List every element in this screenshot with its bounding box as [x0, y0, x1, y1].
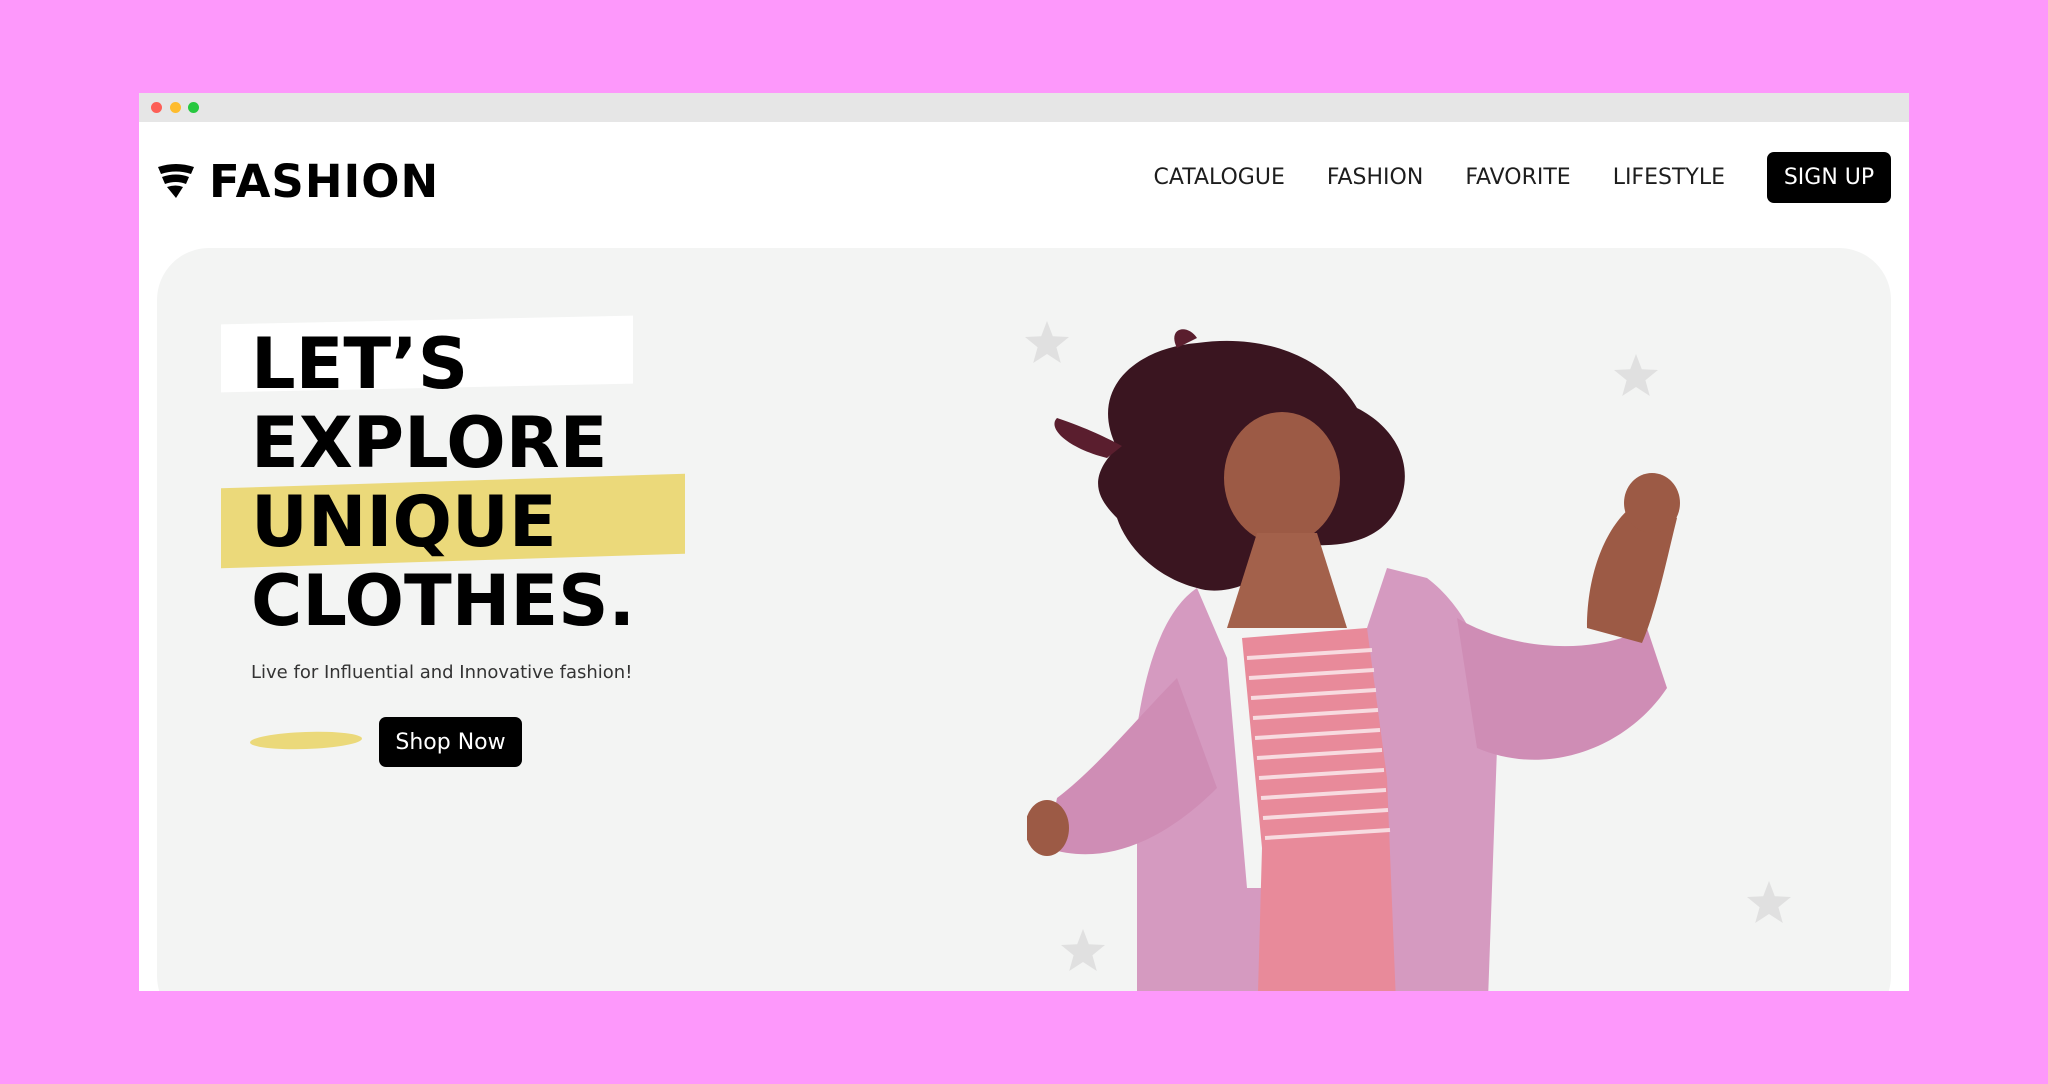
- minimize-window-icon[interactable]: [170, 102, 181, 113]
- hero-subtitle: Live for Influential and Innovative fash…: [251, 662, 633, 683]
- main-nav: CATALOGUE FASHION FAVORITE LIFESTYLE SIG…: [1154, 150, 1891, 204]
- shop-now-button[interactable]: Shop Now: [379, 717, 522, 767]
- hero-headline: LET’S EXPLORE UNIQUE CLOTHES.: [251, 325, 635, 641]
- maximize-window-icon[interactable]: [188, 102, 199, 113]
- hero-section: LET’S EXPLORE UNIQUE CLOTHES. Live for I…: [157, 248, 1891, 991]
- sign-up-button[interactable]: SIGN UP: [1767, 151, 1891, 203]
- nav-item-favorite[interactable]: FAVORITE: [1465, 165, 1570, 190]
- close-window-icon[interactable]: [151, 102, 162, 113]
- brand-logo-icon: [158, 164, 194, 198]
- browser-window: FASHION CATALOGUE FASHION FAVORITE LIFES…: [139, 93, 1909, 991]
- nav-item-lifestyle[interactable]: LIFESTYLE: [1613, 165, 1725, 190]
- nav-item-catalogue[interactable]: CATALOGUE: [1154, 165, 1285, 190]
- brand-name: FASHION: [209, 154, 440, 208]
- model-photo: [1027, 329, 1680, 991]
- headline-line-1: LET’S: [251, 323, 469, 405]
- yellow-swoosh-decoration: [249, 730, 363, 751]
- nav-item-fashion[interactable]: FASHION: [1327, 165, 1423, 190]
- headline-line-2: EXPLORE: [251, 402, 608, 484]
- headline-line-3: UNIQUE: [251, 481, 557, 563]
- window-titlebar: [139, 93, 1909, 122]
- brand-logo[interactable]: FASHION: [157, 151, 439, 211]
- headline-line-4: CLOTHES.: [251, 560, 636, 642]
